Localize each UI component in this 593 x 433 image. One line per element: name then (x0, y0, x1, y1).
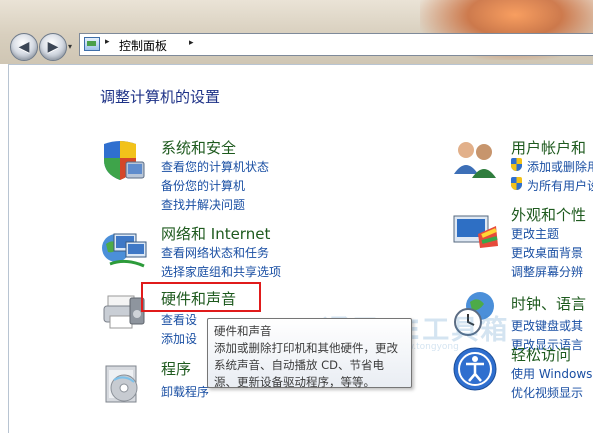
uac-shield-icon (511, 177, 522, 190)
history-dropdown-button[interactable]: ▾ (68, 42, 72, 51)
category-clock-language[interactable]: 时钟、语言 (511, 293, 586, 314)
link-optimize-video-display[interactable]: 优化视频显示 (511, 384, 583, 401)
link-add-remove-users[interactable]: 添加或删除用 (527, 158, 593, 175)
network-globe-icon[interactable] (100, 228, 150, 272)
category-programs[interactable]: 程序 (161, 358, 191, 379)
forward-button[interactable]: ▶ (39, 33, 67, 61)
control-panel-icon (84, 37, 100, 51)
category-ease-of-access[interactable]: 轻松访问 (511, 344, 571, 365)
link-view-network-status[interactable]: 查看网络状态和任务 (161, 244, 269, 261)
link-change-desktop-background[interactable]: 更改桌面背景 (511, 244, 583, 261)
category-appearance[interactable]: 外观和个性 (511, 204, 586, 225)
tooltip: 硬件和声音 添加或删除打印机和其他硬件，更改 系统声音、自动播放 CD、节省电 … (207, 318, 412, 389)
breadcrumb-separator-icon[interactable]: ▸ (105, 37, 110, 47)
link-uninstall-program[interactable]: 卸载程序 (161, 383, 209, 400)
link-view-devices[interactable]: 查看设 (161, 311, 197, 328)
program-disc-icon[interactable] (100, 362, 146, 406)
link-add-device[interactable]: 添加设 (161, 330, 197, 347)
link-change-theme[interactable]: 更改主题 (511, 225, 559, 242)
tooltip-line: 系统声音、自动播放 CD、节省电 (214, 358, 385, 372)
page-title: 调整计算机的设置 (100, 88, 221, 106)
appearance-icon[interactable] (452, 212, 500, 254)
window-titlebar: ◀ ▶ ▾ ▸ 控制面板 ▸ (0, 0, 593, 64)
link-use-windows[interactable]: 使用 Windows (511, 365, 592, 382)
back-button[interactable]: ◀ (10, 33, 38, 61)
back-arrow-icon: ◀ (18, 39, 30, 55)
tooltip-title: 硬件和声音 (214, 324, 272, 338)
ease-of-access-icon[interactable] (452, 346, 498, 392)
address-bar[interactable]: ▸ 控制面板 ▸ (79, 33, 593, 56)
link-change-keyboard[interactable]: 更改键盘或其 (511, 317, 583, 334)
forward-arrow-icon: ▶ (47, 39, 59, 55)
uac-shield-icon (511, 158, 522, 171)
link-adjust-resolution[interactable]: 调整屏幕分辨 (511, 263, 583, 280)
breadcrumb-control-panel[interactable]: 控制面板 (119, 37, 167, 54)
shield-security-icon[interactable] (100, 138, 146, 180)
tooltip-line: 源、更新设备驱动程序，等等。 (214, 375, 375, 389)
category-user-accounts[interactable]: 用户帐户和 (511, 137, 586, 158)
category-network-internet[interactable]: 网络和 Internet (161, 223, 270, 244)
link-troubleshoot[interactable]: 查找并解决问题 (161, 196, 245, 213)
tooltip-line: 添加或删除打印机和其他硬件，更改 (214, 341, 398, 355)
breadcrumb-separator-icon[interactable]: ▸ (189, 38, 194, 48)
link-setup-all-users[interactable]: 为所有用户设 (527, 177, 593, 194)
link-backup-computer[interactable]: 备份您的计算机 (161, 177, 245, 194)
link-view-computer-status[interactable]: 查看您的计算机状态 (161, 158, 269, 175)
category-system-security[interactable]: 系统和安全 (161, 137, 236, 158)
users-icon[interactable] (452, 138, 500, 180)
highlight-annotation-box (141, 282, 261, 312)
link-homegroup-sharing[interactable]: 选择家庭组和共享选项 (161, 263, 281, 280)
